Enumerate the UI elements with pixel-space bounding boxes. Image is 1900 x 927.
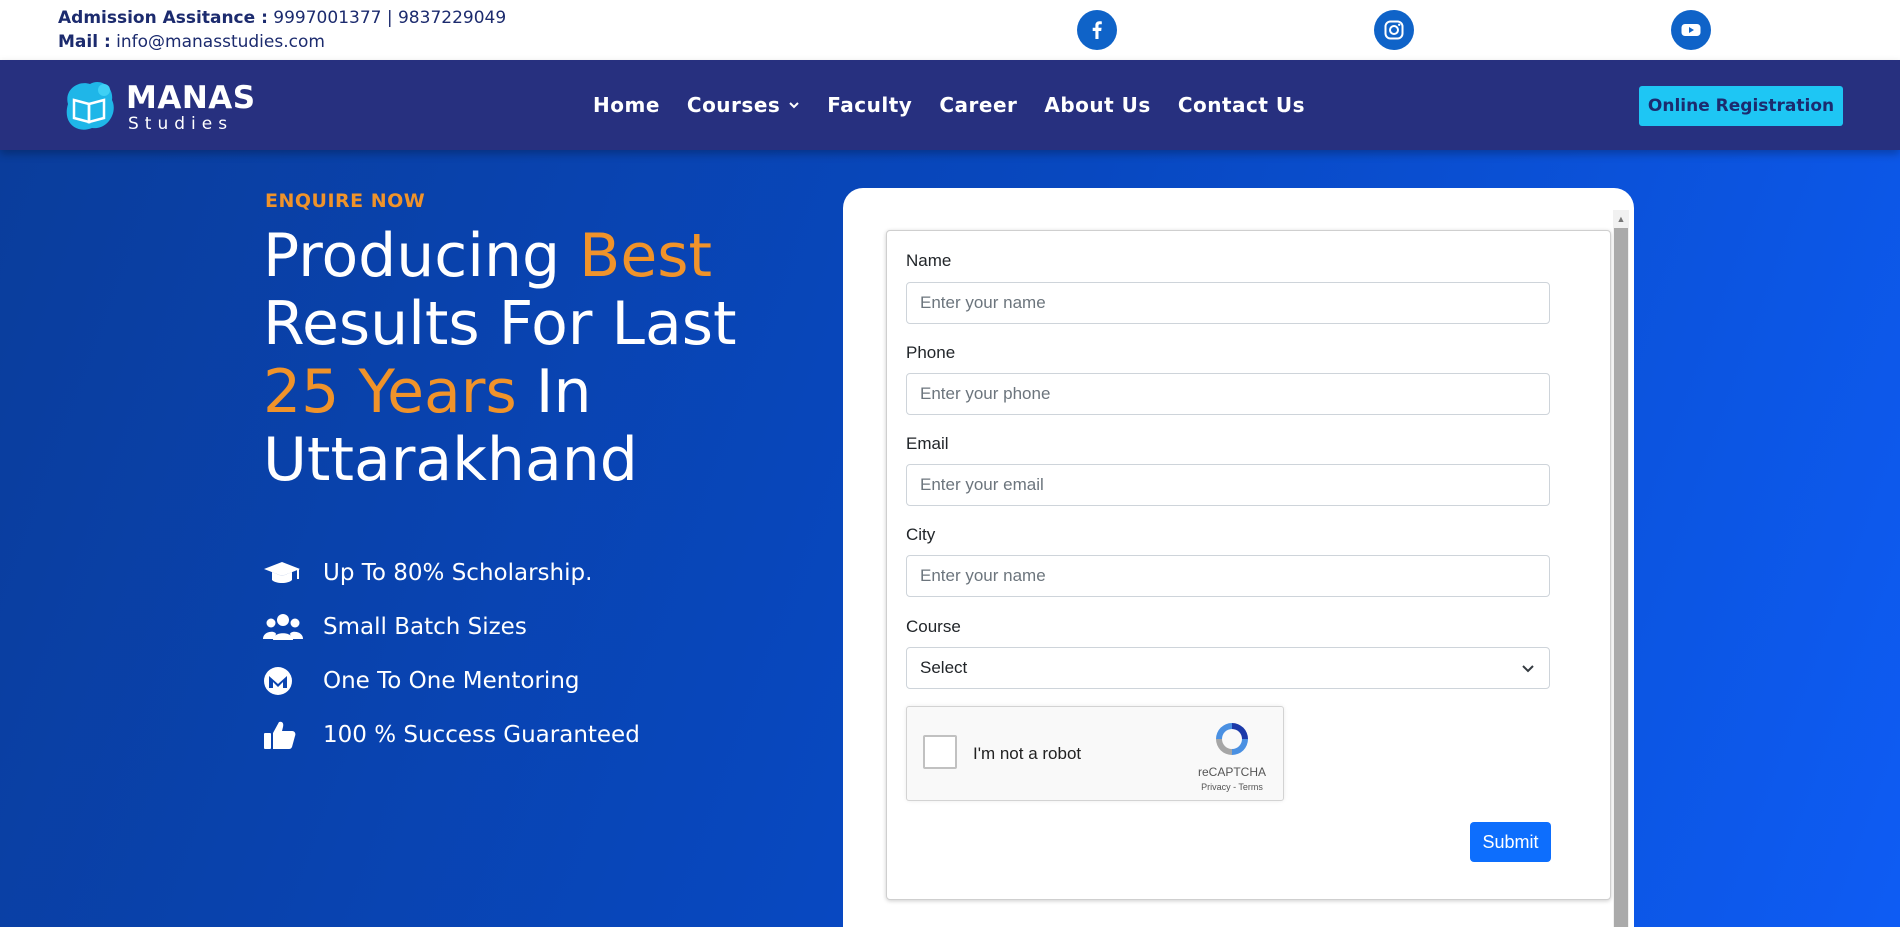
phone-input[interactable]: Enter your phone bbox=[906, 373, 1550, 415]
main-navbar: MANAS Studies Home Courses Faculty Caree… bbox=[0, 60, 1900, 150]
enquiry-form-frame: Name Enter your name Phone Enter your ph… bbox=[886, 210, 1629, 927]
form-scrollbar[interactable]: ▲ bbox=[1613, 210, 1629, 927]
logo-book-icon bbox=[66, 81, 114, 130]
recaptcha-widget: I'm not a robot reCAPTCHA Privacy - Term… bbox=[906, 706, 1284, 801]
chevron-down-icon bbox=[1522, 665, 1534, 673]
mentor-icon bbox=[263, 665, 303, 697]
nav-item-courses[interactable]: Courses bbox=[687, 93, 800, 117]
admission-phones[interactable]: 9997001377 | 9837229049 bbox=[273, 8, 506, 28]
nav-label: Courses bbox=[686, 93, 781, 117]
feature-text: 100 % Success Guaranteed bbox=[323, 722, 640, 748]
graduation-cap-icon bbox=[263, 557, 303, 589]
recaptcha-checkbox[interactable] bbox=[923, 735, 957, 769]
phone-label: Phone bbox=[906, 343, 956, 362]
headline-highlight: 25 Years bbox=[263, 357, 517, 427]
online-registration-button[interactable]: Online Registration bbox=[1639, 86, 1843, 126]
name-input[interactable]: Enter your name bbox=[906, 282, 1550, 324]
feature-item: Up To 80% Scholarship. bbox=[263, 546, 640, 600]
course-select[interactable]: Select bbox=[906, 647, 1550, 689]
headline-text: Results For Last bbox=[263, 289, 737, 359]
enquiry-form: Name Enter your name Phone Enter your ph… bbox=[886, 230, 1611, 900]
city-label: City bbox=[906, 525, 936, 544]
city-input[interactable]: Enter your name bbox=[906, 555, 1550, 597]
feature-item: Small Batch Sizes bbox=[263, 600, 640, 654]
email-input[interactable]: Enter your email bbox=[906, 464, 1550, 506]
mail-link[interactable]: info@manasstudies.com bbox=[116, 32, 325, 52]
nav-item-faculty[interactable]: Faculty bbox=[827, 93, 912, 117]
youtube-icon[interactable] bbox=[1671, 10, 1711, 50]
headline-text: In bbox=[516, 357, 592, 427]
instagram-icon[interactable] bbox=[1374, 10, 1414, 50]
recaptcha-brand: reCAPTCHA bbox=[1197, 765, 1266, 779]
enquire-eyebrow: ENQUIRE NOW bbox=[265, 190, 426, 212]
feature-item: 100 % Success Guaranteed bbox=[263, 708, 640, 762]
recaptcha-label: I'm not a robot bbox=[973, 744, 1082, 763]
feature-text: Up To 80% Scholarship. bbox=[323, 560, 593, 586]
chevron-down-icon bbox=[789, 102, 800, 109]
recaptcha-links[interactable]: Privacy - Terms bbox=[1177, 782, 1287, 792]
scroll-thumb[interactable] bbox=[1614, 228, 1628, 927]
admission-label: Admission Assitance : bbox=[58, 8, 268, 28]
nav-item-career[interactable]: Career bbox=[939, 93, 1017, 117]
thumbs-up-icon bbox=[263, 719, 303, 751]
headline-text: Producing bbox=[263, 221, 580, 291]
contact-info: Admission Assitance : 9997001377 | 98372… bbox=[58, 6, 506, 54]
top-bar: Admission Assitance : 9997001377 | 98372… bbox=[0, 0, 1900, 60]
headline-text: Uttarakhand bbox=[263, 425, 638, 495]
hero-headline: Producing Best Results For Last 25 Years… bbox=[263, 222, 783, 494]
nav-menu: Home Courses Faculty Career About Us Con… bbox=[593, 60, 1332, 150]
scroll-up-icon[interactable]: ▲ bbox=[1613, 210, 1629, 228]
name-label: Name bbox=[906, 251, 952, 270]
feature-text: One To One Mentoring bbox=[323, 668, 580, 694]
nav-label: Contact Us bbox=[1177, 93, 1306, 117]
users-icon bbox=[263, 611, 303, 643]
logo-title: MANAS bbox=[126, 80, 256, 116]
course-label: Course bbox=[906, 617, 961, 636]
enquiry-card: Name Enter your name Phone Enter your ph… bbox=[843, 188, 1634, 927]
nav-label: Career bbox=[939, 93, 1018, 117]
nav-label: Home bbox=[593, 93, 660, 117]
feature-text: Small Batch Sizes bbox=[323, 614, 527, 640]
nav-item-home[interactable]: Home bbox=[593, 93, 660, 117]
submit-button[interactable]: Submit bbox=[1470, 822, 1551, 862]
email-label: Email bbox=[906, 434, 949, 453]
nav-item-contact[interactable]: Contact Us bbox=[1178, 93, 1305, 117]
hero-section: ENQUIRE NOW Producing Best Results For L… bbox=[0, 150, 1900, 927]
feature-list: Up To 80% Scholarship. Small Batch Sizes… bbox=[263, 546, 640, 762]
feature-item: One To One Mentoring bbox=[263, 654, 640, 708]
nav-item-about[interactable]: About Us bbox=[1044, 93, 1150, 117]
recaptcha-logo-icon bbox=[1216, 723, 1248, 755]
nav-label: About Us bbox=[1044, 93, 1151, 117]
course-selected-value: Select bbox=[920, 658, 968, 677]
mail-label: Mail : bbox=[58, 32, 111, 52]
headline-highlight: Best bbox=[579, 221, 713, 291]
logo[interactable]: MANAS Studies bbox=[60, 76, 260, 134]
logo-subtitle: Studies bbox=[128, 114, 234, 134]
facebook-icon[interactable] bbox=[1077, 10, 1117, 50]
nav-label: Faculty bbox=[827, 93, 913, 117]
